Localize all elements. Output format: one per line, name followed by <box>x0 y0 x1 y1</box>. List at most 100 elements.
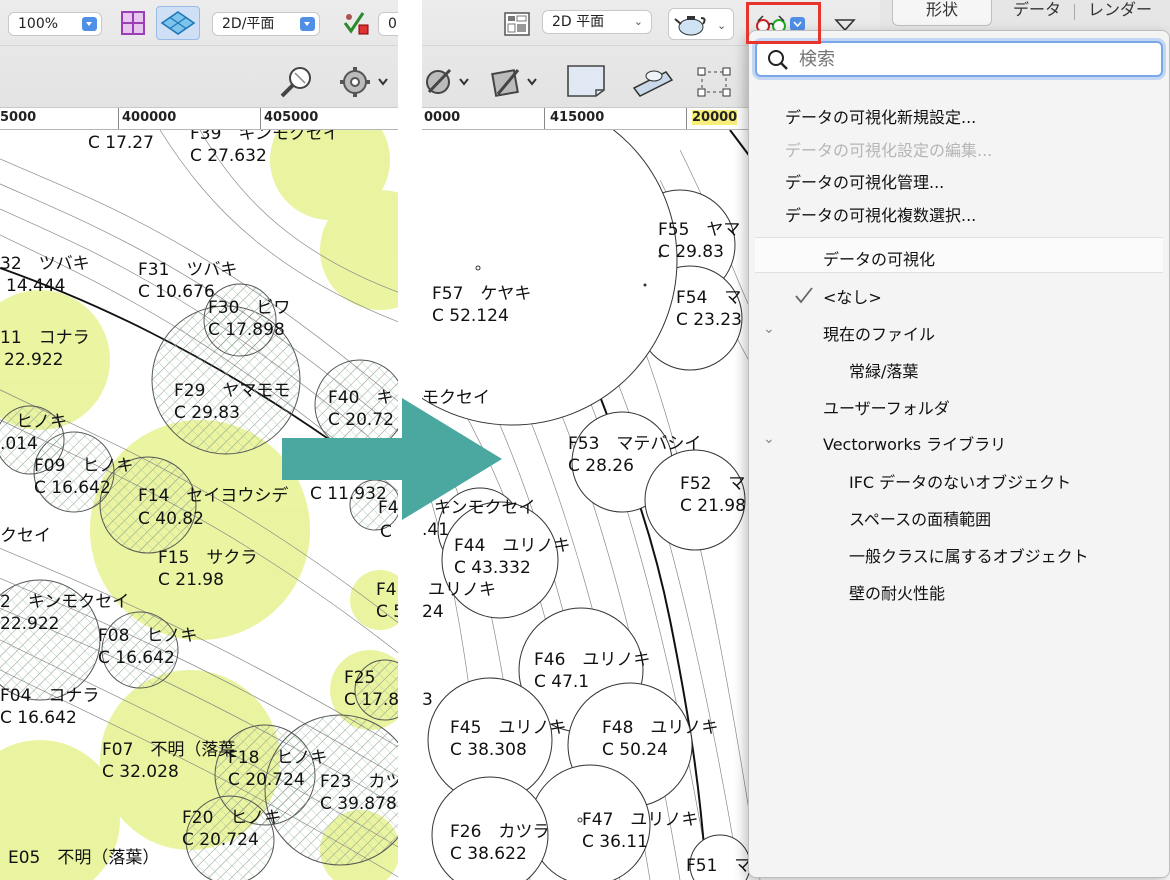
tree-label: F39 キンモクセイ <box>190 130 340 144</box>
tree-label: C 38.308 <box>450 740 527 760</box>
tree-item-ifc[interactable]: IFC データのないオブジェクト <box>849 469 1071 493</box>
tree-label: F09 ヒノキ <box>34 456 134 476</box>
tree-label: 32 ツバキ <box>0 254 90 274</box>
truncated-field[interactable]: 0. <box>378 12 398 36</box>
tool-icon-1[interactable] <box>422 62 476 102</box>
ruler-label: 415000 <box>550 110 605 125</box>
section-title: データの可視化 <box>823 250 936 269</box>
tree-label: C 10.676 <box>138 282 215 302</box>
transition-arrow-icon <box>282 398 502 520</box>
ruler-label: 400000 <box>122 110 177 125</box>
tree-label: F29 ヤマモモ <box>174 381 291 401</box>
tree-label: F18 ヒノキ <box>228 748 328 768</box>
chevron-down-icon <box>300 17 315 31</box>
tree-label: C 17.8 <box>344 690 398 710</box>
highlight-box <box>746 2 821 44</box>
chevron-down-icon[interactable]: ⌄ <box>763 431 775 447</box>
tab-shape[interactable]: 形状 <box>892 0 992 26</box>
tree-label: C 5 <box>376 602 398 622</box>
tree-label: C 16.642 <box>0 708 77 728</box>
tree-library[interactable]: Vectorworks ライブラリ <box>823 431 1006 455</box>
tree-current-file[interactable]: 現在のファイル <box>823 321 935 345</box>
menu-search-box[interactable] <box>755 41 1163 77</box>
menu-item-manage[interactable]: データの可視化管理... <box>785 169 944 193</box>
tree-label: .014 <box>0 434 38 454</box>
tree-label: 22.922 <box>0 614 60 634</box>
tree-label: C 23.23 <box>676 310 742 330</box>
truncated-field-value: 0. <box>388 16 398 32</box>
view-mode-popup[interactable]: 2D/平面 <box>212 12 320 36</box>
tree-user-folder[interactable]: ユーザーフォルダ <box>823 395 950 419</box>
search-icon <box>768 50 788 70</box>
tab-render[interactable]: レンダー <box>1076 0 1170 26</box>
ruler-label: 0000 <box>424 110 461 125</box>
zoom-value: 100% <box>18 16 59 32</box>
tree-label: C 40.82 <box>138 509 204 529</box>
layout-icon[interactable] <box>502 10 532 38</box>
tree-label: C 16.642 <box>34 478 111 498</box>
tree-label: F4 <box>376 580 397 600</box>
tree-label: C 52.124 <box>432 306 509 326</box>
tree-label: E05 不明（落葉） <box>8 848 160 868</box>
tree-label: F26 カツラ <box>450 822 550 842</box>
menu-item-edit-setting: データの可視化設定の編集... <box>785 141 993 160</box>
tree-label: ユリノキ <box>428 580 496 600</box>
teapot-icon[interactable] <box>626 60 678 102</box>
tree-label: 3 <box>422 690 433 710</box>
tree-label: C 20.724 <box>228 770 305 790</box>
menu-item-none[interactable]: <なし> <box>823 284 882 308</box>
layer-grid-icon[interactable] <box>118 8 148 38</box>
tree-label: C 47.1 <box>534 672 590 692</box>
tree-label: F08 ヒノキ <box>98 626 198 646</box>
tree-label: C 32.028 <box>102 762 179 782</box>
search-input[interactable] <box>799 46 1139 72</box>
view-mode-value: 2D 平面 <box>552 14 605 30</box>
tree-label: F53 マテバシイ <box>568 434 702 454</box>
tree-label: F51 マ <box>686 856 752 876</box>
menu-item-multi-select[interactable]: データの可視化複数選択... <box>785 202 976 226</box>
sheet-icon[interactable] <box>562 60 614 102</box>
view-mode-popup-right[interactable]: 2D 平面 ⌄ <box>542 10 652 34</box>
tree-label: 24 <box>422 602 444 622</box>
class-visibility-icon[interactable] <box>340 8 372 38</box>
tab-data[interactable]: データ <box>992 0 1082 26</box>
zoom-popup[interactable]: 100% <box>8 12 102 36</box>
tree-item-general-class[interactable]: 一般クラスに属するオブジェクト <box>849 543 1089 567</box>
tree-item-space-area[interactable]: スペースの面積範囲 <box>849 506 991 530</box>
ruler-label: 5000 <box>0 110 37 125</box>
tree-label: C 50.24 <box>602 740 668 760</box>
tree-label: C <box>380 522 392 542</box>
resize-handles-icon[interactable] <box>692 62 736 102</box>
tool-icon-2[interactable] <box>486 62 546 102</box>
tree-label: C 20.724 <box>182 830 259 850</box>
tree-label: F52 マ <box>680 474 746 494</box>
tree-label: F20 ヒノキ <box>182 808 282 828</box>
tree-label: F07 不明（落葉 <box>102 740 236 760</box>
tree-label: C 21.98 <box>680 496 746 516</box>
ruler-label: 20000 <box>692 110 738 125</box>
chevron-down-icon: ⌄ <box>633 15 643 28</box>
tree-label: C 17.898 <box>208 320 285 340</box>
render-mode-button[interactable]: ⌄ <box>668 8 734 40</box>
tree-label: ヒノキ <box>16 412 67 432</box>
tree-label: F47 ユリノキ <box>582 810 699 830</box>
tree-label: .41 <box>422 520 450 540</box>
tree-label: F15 サクラ <box>158 548 258 568</box>
tree-label: C 21.98 <box>158 570 224 590</box>
chevron-down-icon[interactable]: ⌄ <box>763 321 775 337</box>
checkmark-icon <box>795 287 813 304</box>
gear-icon[interactable] <box>336 62 392 102</box>
tree-item-evergreen[interactable]: 常緑/落葉 <box>849 358 918 382</box>
data-visualization-menu: データの可視化新規設定... データの可視化設定の編集... データの可視化管理… <box>748 30 1170 878</box>
tree-label: 2 キンモクセイ <box>0 592 130 612</box>
magnifier-tool-icon[interactable] <box>276 62 320 102</box>
tree-label: C 43.332 <box>454 558 531 578</box>
plan-view-icon[interactable] <box>156 6 200 40</box>
tree-item-wall-fire[interactable]: 壁の耐火性能 <box>849 580 945 604</box>
view-mode-value: 2D/平面 <box>222 16 275 32</box>
menu-item-new-setting[interactable]: データの可視化新規設定... <box>785 104 976 128</box>
tree-label: C 28.26 <box>568 456 634 476</box>
tree-label: F57 ケヤキ <box>432 284 532 304</box>
inspector-tabs: 形状 データ レンダー <box>880 0 1170 30</box>
tree-label: F04 コナラ <box>0 686 100 706</box>
